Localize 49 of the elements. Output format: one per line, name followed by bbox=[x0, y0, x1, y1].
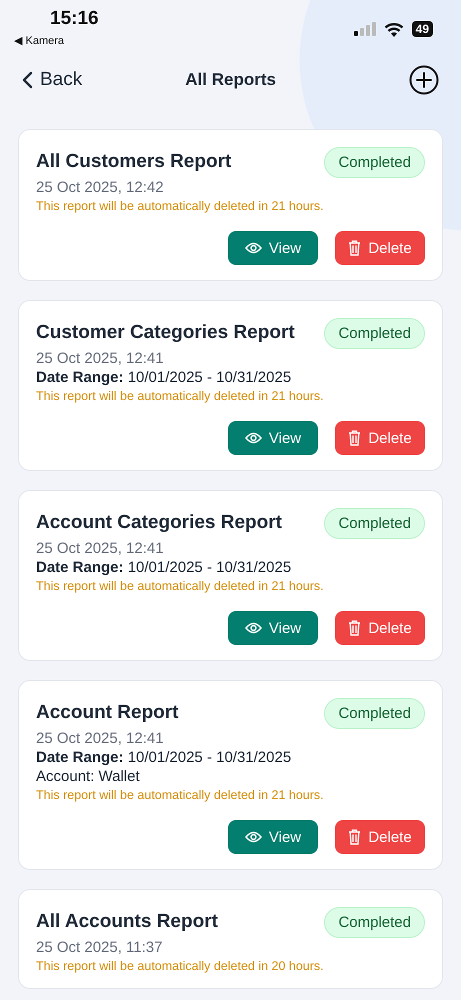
status-badge: Completed bbox=[324, 508, 425, 539]
trash-icon bbox=[348, 240, 362, 256]
delete-button[interactable]: Delete bbox=[335, 231, 425, 265]
back-button[interactable]: Back bbox=[22, 69, 82, 91]
view-button[interactable]: View bbox=[228, 231, 318, 265]
wifi-icon bbox=[384, 22, 404, 36]
status-badge: Completed bbox=[324, 147, 425, 178]
signal-icon bbox=[354, 22, 376, 36]
report-title: Account Report bbox=[36, 702, 178, 724]
back-to-app-link[interactable]: ◀ Kamera bbox=[14, 34, 99, 47]
delete-button[interactable]: Delete bbox=[335, 421, 425, 455]
eye-icon bbox=[244, 242, 262, 254]
status-time: 15:16 bbox=[49, 8, 99, 30]
deletion-notice: This report will be automatically deleted in 20 hours. bbox=[36, 959, 325, 973]
eye-icon bbox=[244, 432, 262, 444]
chevron-left-icon bbox=[22, 71, 33, 89]
report-date: 25 Oct 2025, 11:37 bbox=[36, 939, 164, 956]
report-title: All Accounts Report bbox=[36, 911, 218, 933]
delete-button[interactable]: Delete bbox=[335, 611, 425, 645]
deletion-notice: This report will be automatically deleted in 21 hours. bbox=[36, 579, 325, 593]
page-title: All Reports bbox=[185, 70, 276, 90]
delete-button[interactable]: Delete bbox=[335, 820, 425, 854]
report-date: 25 Oct 2025, 12:42 bbox=[36, 179, 165, 196]
deletion-notice: This report will be automatically deleted in 21 hours. bbox=[36, 199, 325, 213]
report-title: All Customers Report bbox=[36, 151, 232, 173]
report-date: 25 Oct 2025, 12:41 bbox=[36, 350, 165, 367]
report-date: 25 Oct 2025, 12:41 bbox=[36, 540, 165, 557]
trash-icon bbox=[348, 620, 362, 636]
report-detail: Date Range: 10/01/2025 - 10/31/2025 bbox=[36, 749, 292, 766]
report-detail: Date Range: 10/01/2025 - 10/31/2025 bbox=[36, 369, 292, 386]
eye-icon bbox=[244, 831, 262, 843]
trash-icon bbox=[348, 829, 362, 845]
report-title: Customer Categories Report bbox=[36, 322, 295, 344]
view-button[interactable]: View bbox=[228, 611, 318, 645]
report-detail: Date Range: 10/01/2025 - 10/31/2025 bbox=[36, 559, 292, 576]
deletion-notice: This report will be automatically deleted in 21 hours. bbox=[36, 389, 325, 403]
status-badge: Completed bbox=[324, 907, 425, 938]
report-title: Account Categories Report bbox=[36, 512, 282, 534]
view-button[interactable]: View bbox=[228, 421, 318, 455]
report-date: 25 Oct 2025, 12:41 bbox=[36, 730, 165, 747]
report-detail: Account: Wallet bbox=[36, 768, 141, 785]
status-badge: Completed bbox=[324, 698, 425, 729]
add-icon[interactable] bbox=[409, 65, 439, 95]
eye-icon bbox=[244, 622, 262, 634]
deletion-notice: This report will be automatically deleted in 21 hours. bbox=[36, 788, 325, 802]
battery-indicator: 49 bbox=[412, 21, 433, 37]
view-button[interactable]: View bbox=[228, 820, 318, 854]
trash-icon bbox=[348, 430, 362, 446]
status-badge: Completed bbox=[324, 318, 425, 349]
